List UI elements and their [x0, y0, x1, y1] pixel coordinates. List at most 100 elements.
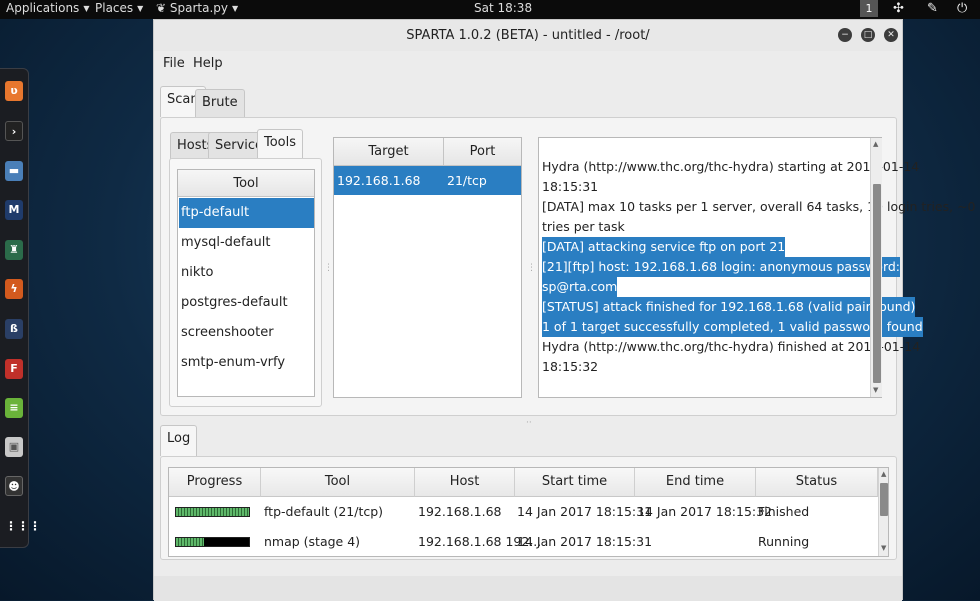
target-column-header[interactable]: Target [334, 138, 444, 166]
active-app-label: Sparta.py [169, 1, 228, 15]
menu-file[interactable]: File [163, 56, 185, 71]
tool-output-text[interactable]: Hydra (http://www.thc.org/thc-hydra) sta… [538, 137, 976, 398]
scrollbar-thumb[interactable] [880, 483, 888, 516]
cutycapt-icon[interactable]: ▣ [5, 437, 23, 457]
host-cell: 192.168.1.68 [418, 504, 502, 519]
scroll-up-icon[interactable]: ▲ [873, 140, 878, 148]
maximize-icon[interactable]: □ [861, 28, 875, 42]
end-time-cell: 14 Jan 2017 18:15:32 [637, 504, 773, 519]
status-cell: Running [758, 534, 810, 549]
armitage-icon[interactable]: ♜ [5, 240, 23, 260]
table-row[interactable]: ftp-default (21/tcp) 192.168.1.68 14 Jan… [169, 497, 878, 527]
burpsuite-icon[interactable]: ϟ [5, 279, 23, 299]
tool-nikto[interactable]: nikto [179, 258, 314, 288]
tool-smtp-enum-vrfy[interactable]: smtp-enum-vrfy [179, 348, 314, 378]
files-icon[interactable]: ▬ [5, 161, 23, 181]
window-titlebar[interactable]: SPARTA 1.0.2 (BETA) - untitled - /root/ … [154, 20, 902, 51]
progress-column-header[interactable]: Progress [169, 468, 261, 497]
tab-log[interactable]: Log [160, 425, 198, 456]
feather-icon: ❦ [156, 1, 170, 15]
tools-list: Tool ftp-default mysql-default nikto pos… [177, 169, 315, 397]
status-bar [154, 576, 902, 601]
network-icon[interactable]: ✣ [893, 0, 904, 17]
splitter-handle[interactable]: ⋮ [324, 263, 333, 273]
tool-cell: nmap (stage 4) [264, 534, 361, 549]
output-line: Hydra (http://www.thc.org/thc-hydra) sta… [542, 159, 920, 174]
port-column-header[interactable]: Port [444, 138, 521, 166]
output-line: 1 of 1 target successfully completed, 1 … [542, 317, 923, 337]
tool-ftp-default[interactable]: ftp-default [179, 198, 314, 228]
table-row[interactable]: nmap (stage 4) 192.168.1.68 192... 14 Ja… [169, 527, 878, 556]
tool-postgres-default[interactable]: postgres-default [179, 288, 314, 318]
clock[interactable]: Sat 18:38 [474, 0, 532, 17]
sparta-window: SPARTA 1.0.2 (BETA) - untitled - /root/ … [153, 19, 976, 601]
output-line: [DATA] max 10 tasks per 1 server, overal… [542, 199, 976, 214]
output-line: sp@rta.com [542, 277, 618, 297]
tool-mysql-default[interactable]: mysql-default [179, 228, 314, 258]
output-line: Hydra (http://www.thc.org/thc-hydra) fin… [542, 339, 921, 354]
output-line: 18:15:31 [542, 179, 599, 194]
minimize-icon[interactable]: − [838, 28, 852, 42]
table-row[interactable]: 192.168.1.68 21/tcp [334, 166, 521, 195]
scroll-up-icon[interactable]: ▲ [881, 470, 886, 478]
power-icon[interactable]: ⏻ [957, 0, 967, 17]
output-line: [DATA] attacking service ftp on port 21 [542, 237, 786, 257]
output-line: 18:15:32 [542, 359, 599, 374]
top-panel: Applications ▼ Places ▼ ❦ Sparta.py ▼ Sat 1… [0, 0, 980, 19]
tool-screenshooter[interactable]: screenshooter [179, 318, 314, 348]
tool-cell: ftp-default (21/tcp) [264, 504, 384, 519]
output-line: [21][ftp] host: 192.168.1.68 login: anon… [542, 257, 901, 277]
workspace-indicator[interactable]: 1 [860, 0, 878, 17]
close-icon[interactable]: ✕ [884, 28, 898, 42]
firefox-icon[interactable]: ʋ [5, 81, 23, 101]
sparta-icon[interactable]: ☻ [5, 476, 23, 496]
tab-brute[interactable]: Brute [195, 89, 245, 117]
start-time-cell: 14 Jan 2017 18:15:31 [517, 504, 653, 519]
chevron-down-icon: ▼ [232, 4, 239, 13]
chevron-down-icon: ▼ [83, 4, 90, 13]
active-app-menu[interactable]: ❦ Sparta.py ▼ [156, 0, 238, 17]
status-column-header[interactable]: Status [756, 468, 878, 497]
scan-panel: Hosts Services Tools Tool ftp-default my… [160, 117, 976, 416]
applications-label: Applications [6, 1, 80, 15]
output-line: tries per task [542, 219, 625, 234]
show-apps-icon[interactable]: ⋮⋮⋮ [5, 516, 41, 536]
progress-bar [175, 537, 250, 547]
pen-icon[interactable]: ✎ [927, 0, 938, 17]
output-scrollbar[interactable]: ▲ ▼ [870, 138, 882, 397]
applications-menu[interactable]: Applications ▼ [6, 0, 89, 17]
log-panel: Progress Tool Host Start time End time S… [160, 456, 897, 560]
targets-table: Target Port 192.168.1.68 21/tcp [333, 137, 522, 398]
output-line: [STATUS] attack finished for 192.168.1.6… [542, 297, 916, 317]
target-cell: 192.168.1.68 [337, 173, 421, 188]
beef-icon[interactable]: ß [5, 319, 23, 339]
metasploit-icon[interactable]: M [5, 200, 23, 220]
progress-fill [176, 508, 249, 516]
tools-header[interactable]: Tool [178, 170, 314, 197]
terminal-icon[interactable]: › [5, 121, 23, 141]
start-time-cell: 14 Jan 2017 18:15:31 [517, 534, 653, 549]
status-cell: Finished [758, 504, 810, 519]
start-time-column-header[interactable]: Start time [515, 468, 635, 497]
splitter-handle-horizontal[interactable]: ·· [526, 418, 532, 428]
end-time-column-header[interactable]: End time [635, 468, 756, 497]
host-column-header[interactable]: Host [415, 468, 515, 497]
leafpad-icon[interactable]: ≡ [5, 398, 23, 418]
faraday-icon[interactable]: F [5, 359, 23, 379]
tools-tab-panel: Tool ftp-default mysql-default nikto pos… [169, 158, 322, 407]
log-scrollbar[interactable]: ▲ ▼ [878, 468, 888, 556]
chevron-down-icon: ▼ [137, 4, 144, 13]
port-cell: 21/tcp [447, 173, 487, 188]
places-menu[interactable]: Places ▼ [95, 0, 143, 17]
menu-help[interactable]: Help [193, 56, 223, 71]
progress-fill [176, 538, 204, 546]
tool-column-header[interactable]: Tool [261, 468, 415, 497]
scroll-down-icon[interactable]: ▼ [873, 386, 878, 394]
splitter-handle[interactable]: ⋮ [527, 263, 536, 273]
scroll-down-icon[interactable]: ▼ [881, 544, 886, 552]
window-title: SPARTA 1.0.2 (BETA) - untitled - /root/ [406, 28, 650, 43]
tab-tools[interactable]: Tools [257, 129, 304, 159]
dock: ʋ › ▬ M ♜ ϟ ß F ≡ ▣ ☻ ⋮⋮⋮ [0, 68, 41, 548]
scrollbar-thumb[interactable] [873, 184, 881, 383]
places-label: Places [95, 1, 134, 15]
